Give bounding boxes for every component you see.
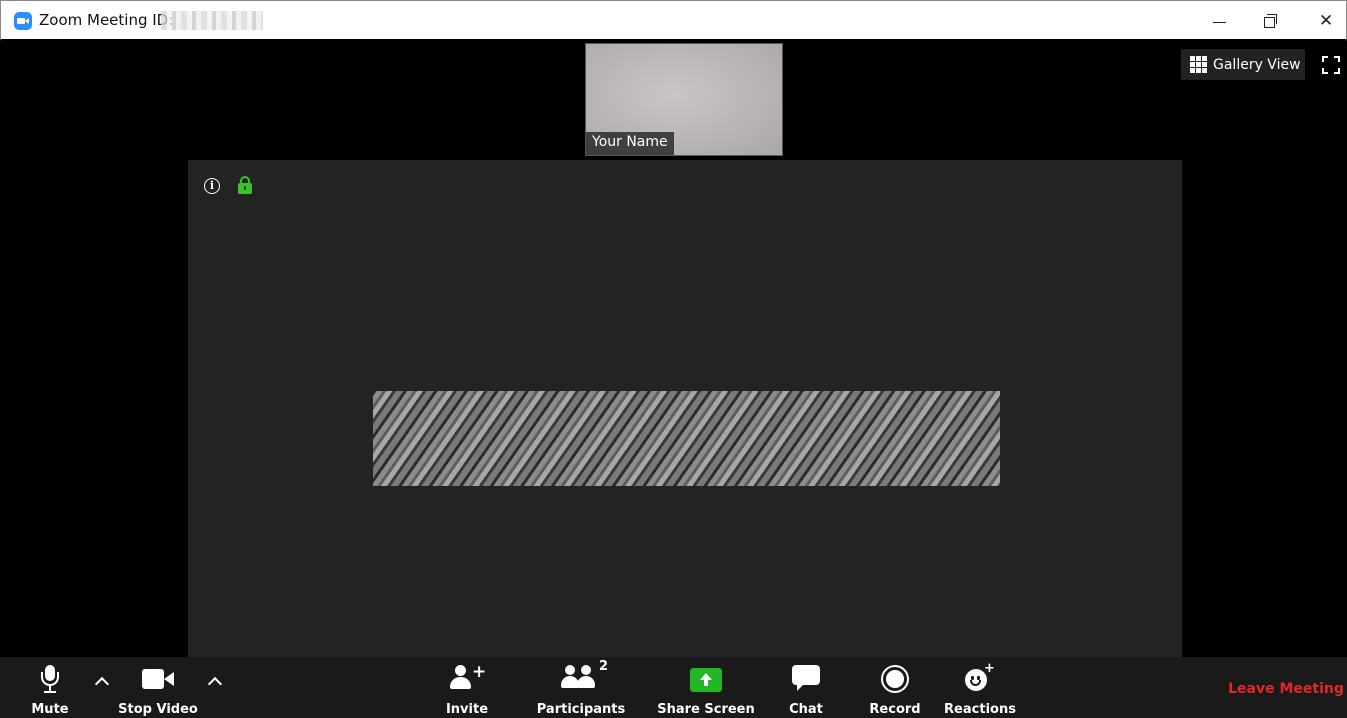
- reactions-label: Reactions: [944, 702, 1016, 717]
- chat-label: Chat: [789, 702, 823, 717]
- grid-icon: [1190, 56, 1207, 73]
- info-icon[interactable]: i: [204, 178, 220, 194]
- participants-icon: 2: [561, 659, 608, 691]
- minimize-icon: [1212, 21, 1226, 23]
- redacted-participant-name: [373, 391, 1000, 486]
- share-screen-button[interactable]: Share Screen: [655, 657, 757, 718]
- participants-count: 2: [599, 659, 609, 674]
- record-icon: [881, 665, 909, 693]
- microphone-icon: [39, 665, 61, 693]
- restore-button[interactable]: [1250, 4, 1290, 38]
- chat-bubble-icon: [792, 665, 820, 691]
- self-video-thumbnail[interactable]: Your Name: [585, 43, 783, 156]
- mute-label: Mute: [31, 702, 69, 717]
- zoom-app-icon: [14, 12, 32, 30]
- record-button[interactable]: Record: [864, 657, 926, 718]
- self-video-name: Your Name: [586, 132, 674, 155]
- invite-button[interactable]: + Invite: [437, 657, 497, 718]
- participants-label: Participants: [536, 702, 626, 717]
- smiley-icon: +: [965, 661, 995, 693]
- meeting-id-redacted: [161, 11, 263, 30]
- reactions-button[interactable]: + Reactions: [942, 657, 1018, 718]
- chat-button[interactable]: Chat: [776, 657, 836, 718]
- share-screen-label: Share Screen: [657, 702, 755, 717]
- lock-icon[interactable]: [238, 176, 252, 195]
- title-bar: Zoom Meeting ID: ✕: [0, 0, 1347, 41]
- minimize-button[interactable]: [1199, 4, 1239, 38]
- window-title: Zoom Meeting ID:: [39, 11, 174, 29]
- stop-video-button[interactable]: Stop Video: [110, 657, 206, 718]
- share-screen-icon: [690, 668, 722, 692]
- close-button[interactable]: ✕: [1306, 4, 1346, 38]
- mute-button[interactable]: Mute: [20, 657, 80, 718]
- video-camera-icon: [142, 669, 174, 689]
- leave-meeting-button[interactable]: Leave Meeting: [1225, 681, 1347, 697]
- meeting-toolbar: Mute Stop Video + Invite 2 Participants …: [0, 657, 1347, 718]
- invite-label: Invite: [445, 702, 489, 717]
- gallery-view-button[interactable]: Gallery View: [1181, 49, 1305, 80]
- restore-icon: [1264, 14, 1277, 28]
- video-options-chevron-up-icon[interactable]: [207, 676, 223, 692]
- gallery-view-label: Gallery View: [1213, 56, 1301, 73]
- audio-options-chevron-up-icon[interactable]: [94, 676, 110, 692]
- record-label: Record: [869, 702, 921, 717]
- main-video-stage: i: [188, 160, 1182, 657]
- fullscreen-icon[interactable]: [1322, 56, 1340, 74]
- participants-button[interactable]: 2 Participants: [533, 657, 629, 718]
- add-person-icon: +: [450, 662, 486, 691]
- close-icon: ✕: [1318, 11, 1334, 31]
- stop-video-label: Stop Video: [118, 702, 198, 717]
